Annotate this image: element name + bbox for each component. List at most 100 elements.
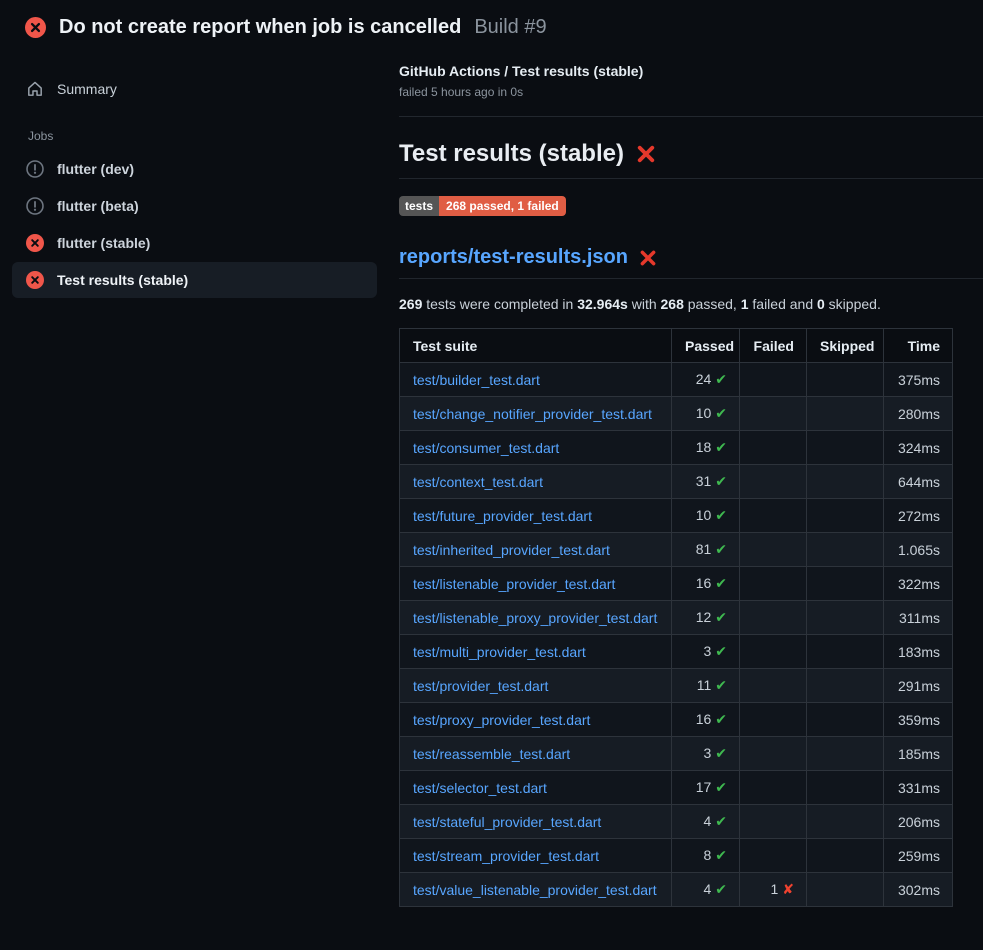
time-cell: 331ms [884, 771, 953, 805]
test-results-table: Test suite Passed Failed Skipped Time te… [399, 328, 953, 907]
suite-link[interactable]: test/inherited_provider_test.dart [413, 542, 610, 558]
suite-link[interactable]: test/stream_provider_test.dart [413, 848, 599, 864]
suite-link[interactable]: test/provider_test.dart [413, 678, 548, 694]
home-icon [26, 80, 44, 98]
count-value: 12 [696, 609, 712, 625]
badge-label: tests [399, 196, 439, 216]
time-cell: 311ms [884, 601, 953, 635]
time-cell: 291ms [884, 669, 953, 703]
passed-cell: 17✔ [672, 771, 740, 805]
stop-icon [26, 197, 44, 215]
suite-link[interactable]: test/consumer_test.dart [413, 440, 559, 456]
failed-cell [740, 499, 807, 533]
skipped-cell [807, 737, 884, 771]
sidebar-job-flutter-stable-[interactable]: flutter (stable) [12, 225, 377, 261]
summary-segment: failed and [749, 296, 818, 312]
job-label: flutter (beta) [57, 198, 139, 214]
failed-cell [740, 771, 807, 805]
report-title-link[interactable]: reports/test-results.json [399, 246, 628, 269]
suite-link[interactable]: test/change_notifier_provider_test.dart [413, 406, 652, 422]
time-cell: 1.065s [884, 533, 953, 567]
suite-link[interactable]: test/selector_test.dart [413, 780, 547, 796]
table-row: test/inherited_provider_test.dart 81✔ 1.06… [400, 533, 953, 567]
time-cell: 259ms [884, 839, 953, 873]
passed-cell: 4✔ [672, 873, 740, 907]
passed-cell: 16✔ [672, 703, 740, 737]
check-icon: ✔ [715, 813, 727, 829]
count-value: 16 [696, 575, 712, 591]
count-value: 81 [696, 541, 712, 557]
failed-cell [740, 601, 807, 635]
suite-link[interactable]: test/future_provider_test.dart [413, 508, 592, 524]
table-row: test/stream_provider_test.dart8✔259ms [400, 839, 953, 873]
check-icon: ✔ [715, 609, 727, 625]
stop-icon [26, 160, 44, 178]
check-icon: ✔ [715, 405, 727, 421]
time-cell: 359ms [884, 703, 953, 737]
suite-link[interactable]: test/stateful_provider_test.dart [413, 814, 601, 830]
summary-segment: tests were completed in [422, 296, 577, 312]
skipped-cell [807, 397, 884, 431]
sidebar-item-summary[interactable]: Summary [12, 71, 377, 107]
table-row: test/selector_test.dart 17✔ 331ms [400, 771, 953, 805]
sidebar-job-flutter-dev-[interactable]: flutter (dev) [12, 151, 377, 187]
x-circle-icon [26, 271, 44, 289]
job-label: flutter (stable) [57, 235, 150, 251]
passed-cell: 10✔ [672, 397, 740, 431]
job-label: flutter (dev) [57, 161, 134, 177]
suite-link[interactable]: test/listenable_provider_test.dart [413, 576, 615, 592]
check-icon: ✔ [715, 847, 727, 863]
passed-cell: 18✔ [672, 431, 740, 465]
skipped-cell [807, 431, 884, 465]
run-title: Do not create report when job is cancell… [59, 16, 461, 39]
tests-summary-line: 269 tests were completed in 32.964s with… [399, 296, 983, 312]
suite-link[interactable]: test/context_test.dart [413, 474, 543, 490]
table-row: test/multi_provider_test.dart3✔183ms [400, 635, 953, 669]
skipped-cell [807, 601, 884, 635]
time-cell: 302ms [884, 873, 953, 907]
table-row: test/listenable_provider_test.dart16✔322… [400, 567, 953, 601]
suite-cell: test/builder_test.dart [400, 363, 672, 397]
check-icon: ✔ [715, 711, 727, 727]
col-header-time: Time [884, 329, 953, 363]
check-icon: ✔ [715, 541, 727, 557]
sidebar-job-test-results-stable-[interactable]: Test results (stable) [12, 262, 377, 298]
count-value: 10 [696, 507, 712, 523]
jobs-section-label: Jobs [28, 129, 377, 143]
suite-link[interactable]: test/builder_test.dart [413, 372, 540, 388]
check-icon: ✔ [715, 507, 727, 523]
breadcrumb: GitHub Actions / Test results (stable) [399, 63, 983, 79]
passed-cell: 31✔ [672, 465, 740, 499]
skipped-cell [807, 771, 884, 805]
skipped-cell [807, 703, 884, 737]
suite-link[interactable]: test/listenable_proxy_provider_test.dart [413, 610, 657, 626]
count-value: 11 [697, 677, 712, 693]
sidebar-job-flutter-beta-[interactable]: flutter (beta) [12, 188, 377, 224]
suite-link[interactable]: test/value_listenable_provider_test.dart [413, 882, 657, 898]
table-row: test/context_test.dart31✔644ms [400, 465, 953, 499]
table-row: test/future_provider_test.dart10✔272ms [400, 499, 953, 533]
check-title-text: Test results (stable) [399, 140, 624, 168]
suite-cell: test/listenable_provider_test.dart [400, 567, 672, 601]
time-cell: 375ms [884, 363, 953, 397]
job-label: Test results (stable) [57, 272, 188, 288]
x-circle-icon [25, 17, 46, 38]
col-header-skipped: Skipped [807, 329, 884, 363]
check-icon: ✔ [715, 371, 727, 387]
time-cell: 324ms [884, 431, 953, 465]
failed-cell [740, 431, 807, 465]
table-row: test/stateful_provider_test.dart4✔206ms [400, 805, 953, 839]
suite-cell: test/multi_provider_test.dart [400, 635, 672, 669]
summary-segment: 269 [399, 296, 422, 312]
suite-link[interactable]: test/reassemble_test.dart [413, 746, 570, 762]
skipped-cell [807, 567, 884, 601]
suite-link[interactable]: test/multi_provider_test.dart [413, 644, 586, 660]
skipped-cell [807, 635, 884, 669]
suite-cell: test/inherited_provider_test.dart [400, 533, 672, 567]
count-value: 17 [696, 779, 712, 795]
table-header-row: Test suite Passed Failed Skipped Time [400, 329, 953, 363]
suite-link[interactable]: test/proxy_provider_test.dart [413, 712, 590, 728]
summary-segment: 0 [817, 296, 825, 312]
cross-icon: ✘ [782, 881, 794, 897]
failed-cell [740, 397, 807, 431]
